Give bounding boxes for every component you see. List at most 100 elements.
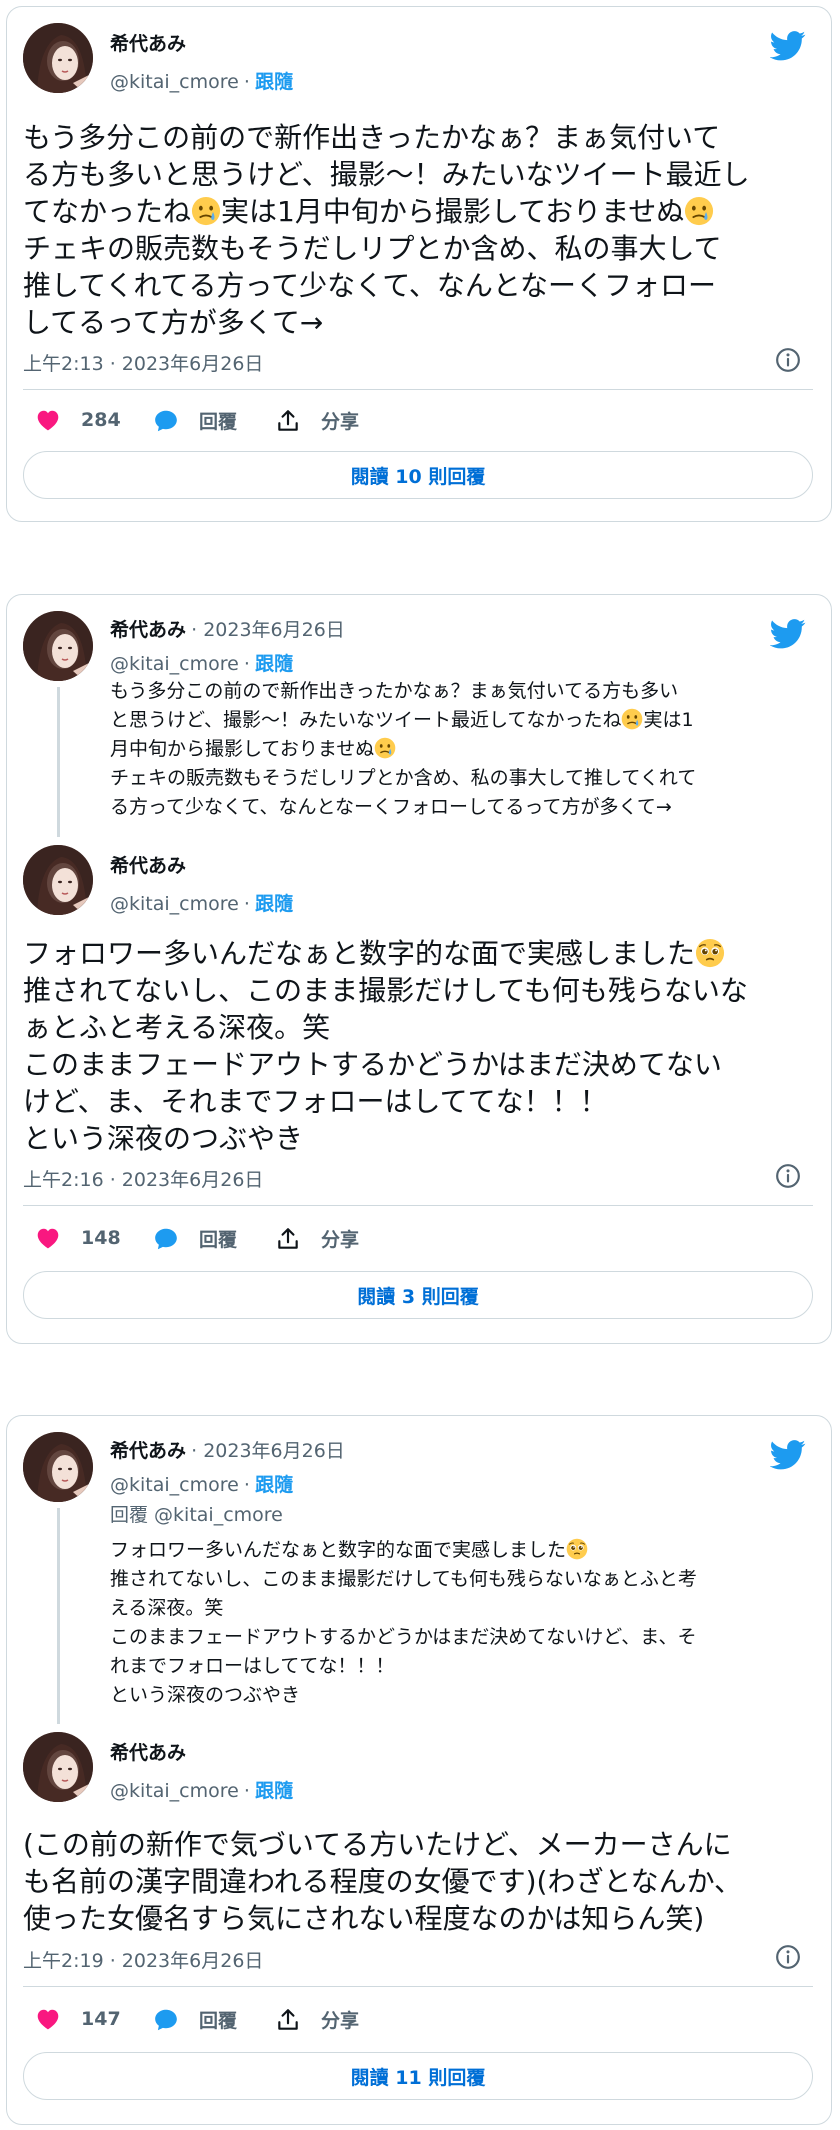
info-icon[interactable]: [775, 1944, 801, 1970]
author-handle[interactable]: @kitai_cmore: [110, 71, 239, 93]
tweet-body: (この前の新作で気づいてる方いたけど、メーカーさんに も名前の漢字間違われる程度…: [23, 1826, 813, 1937]
twitter-bird-icon[interactable]: [770, 619, 806, 649]
like-button[interactable]: 147: [35, 2006, 121, 2032]
crying-face-emoji: [374, 737, 396, 759]
twitter-bird-icon[interactable]: [770, 31, 806, 61]
quoted-text-line: える深夜。笑: [110, 1597, 224, 1619]
tweet-timestamp[interactable]: 上午2:19 · 2023年6月26日: [23, 1946, 263, 1973]
quoted-text-line: る方って少なくて、なんとなーくフォローしてるって方が多くて→: [110, 796, 672, 818]
author-name[interactable]: 希代あみ: [110, 1440, 186, 1462]
like-count: 147: [81, 2008, 121, 2030]
like-button[interactable]: 148: [35, 1225, 121, 1251]
tweet-text-line: けど、ま、それまでフォローはしててな！！！: [23, 1085, 608, 1118]
info-icon[interactable]: [775, 1163, 801, 1189]
tweet-text-line: チェキの販売数もそうだしリプとか含め、私の事大して: [23, 232, 722, 265]
follow-button[interactable]: 跟隨: [255, 1780, 293, 1802]
avatar[interactable]: [23, 611, 93, 681]
share-label: 分享: [321, 411, 360, 433]
like-count: 148: [81, 1227, 121, 1249]
share-label: 分享: [321, 1229, 360, 1251]
reply-bubble-icon: [153, 408, 179, 434]
like-button[interactable]: 284: [35, 407, 121, 433]
quoted-header: 希代あみ · 2023年6月26日: [110, 1436, 345, 1463]
tweet-text-line: 推してくれてる方って少なくて、なんとなーくフォロー: [23, 269, 717, 302]
tweet-body: フォロワー多いんだなぁと数字的な面で実感しました 推されてないし、このまま撮影だ…: [23, 935, 813, 1157]
share-icon: [275, 2007, 301, 2033]
read-replies-button[interactable]: 閱讀 11 則回覆: [23, 2052, 813, 2100]
author-handle[interactable]: @kitai_cmore: [110, 1474, 239, 1496]
author-name[interactable]: 希代あみ: [110, 619, 186, 641]
reply-label: 回覆: [199, 1229, 238, 1251]
author-handle-row: @kitai_cmore · 跟隨: [110, 1776, 293, 1803]
reply-label: 回覆: [199, 2010, 238, 2032]
reply-button[interactable]: 回覆: [153, 1225, 237, 1252]
quoted-header: 希代あみ · 2023年6月26日: [110, 615, 345, 642]
author-handle[interactable]: @kitai_cmore: [110, 1780, 239, 1802]
follow-button[interactable]: 跟隨: [255, 893, 293, 915]
tweet-card-3: 希代あみ · 2023年6月26日 @kitai_cmore · 跟隨 回覆 @…: [6, 1415, 832, 2125]
quoted-date[interactable]: · 2023年6月26日: [191, 619, 345, 641]
follow-button[interactable]: 跟隨: [255, 653, 293, 675]
tweet-body: もう多分この前ので新作出きったかなぁ？まぁ気付いて る方も多いと思うけど、撮影〜…: [23, 119, 813, 341]
avatar[interactable]: [23, 845, 93, 915]
tweet-text-line: も名前の漢字間違われる程度の女優です)(わざとなんか、: [23, 1865, 743, 1898]
tweet-text-line: てなかったね 実は1月中旬から撮影しておりませぬ: [23, 193, 813, 230]
tweet-text-line: 使った女優名すら気にされない程度なのかは知らん笑): [23, 1902, 705, 1935]
tweet-text-line: このままフェードアウトするかどうかはまだ決めてない: [23, 1048, 722, 1081]
reply-button[interactable]: 回覆: [153, 2006, 237, 2033]
share-button[interactable]: 分享: [275, 2006, 359, 2033]
crying-face-emoji: [191, 196, 221, 226]
read-replies-button[interactable]: 閱讀 10 則回覆: [23, 451, 813, 499]
avatar[interactable]: [23, 1732, 93, 1802]
pleading-face-emoji: [695, 938, 725, 968]
tweet-timestamp[interactable]: 上午2:13 · 2023年6月26日: [23, 349, 263, 376]
tweet-text-line: もう多分この前ので新作出きったかなぁ？まぁ気付いて: [23, 121, 721, 154]
tweet-card-2: 希代あみ · 2023年6月26日 @kitai_cmore · 跟隨 もう多分…: [6, 594, 832, 1344]
reply-to-label[interactable]: 回覆 @kitai_cmore: [110, 1500, 283, 1527]
author-handle-row: @kitai_cmore · 跟隨: [110, 649, 293, 676]
crying-face-emoji: [621, 708, 643, 730]
separator-dot: ·: [243, 1780, 250, 1802]
avatar[interactable]: [23, 23, 93, 93]
author-handle-row: @kitai_cmore · 跟隨: [110, 67, 293, 94]
separator-dot: ·: [243, 653, 250, 675]
thread-connector: [57, 687, 60, 837]
read-replies-button[interactable]: 閱讀 3 則回覆: [23, 1271, 813, 1319]
quoted-text-line: チェキの販売数もそうだしリプとか含め、私の事大して推してくれて: [110, 767, 697, 789]
crying-face-emoji: [684, 196, 714, 226]
quoted-text-line: 推されてないし、このまま撮影だけしても何も残らないなぁとふと考: [110, 1568, 697, 1590]
follow-button[interactable]: 跟隨: [255, 1474, 293, 1496]
separator-dot: ·: [243, 1474, 250, 1496]
avatar[interactable]: [23, 1432, 93, 1502]
share-button[interactable]: 分享: [275, 1225, 359, 1252]
author-name[interactable]: 希代あみ: [110, 1738, 186, 1765]
share-button[interactable]: 分享: [275, 407, 359, 434]
author-name[interactable]: 希代あみ: [110, 851, 186, 878]
quoted-text-line: れまでフォローはしててな！！！: [110, 1655, 395, 1677]
share-icon: [275, 408, 301, 434]
share-icon: [275, 1226, 301, 1252]
like-count: 284: [81, 409, 121, 431]
follow-button[interactable]: 跟隨: [255, 71, 293, 93]
tweet-text-line: ぁとふと考える深夜。笑: [23, 1011, 331, 1044]
tweet-timestamp[interactable]: 上午2:16 · 2023年6月26日: [23, 1165, 263, 1192]
twitter-bird-icon[interactable]: [770, 1440, 806, 1470]
author-handle[interactable]: @kitai_cmore: [110, 653, 239, 675]
info-icon[interactable]: [775, 347, 801, 373]
quoted-date[interactable]: · 2023年6月26日: [191, 1440, 345, 1462]
quoted-text-line: このままフェードアウトするかどうかはまだ決めてないけど、ま、そ: [110, 1626, 697, 1648]
thread-connector: [57, 1508, 60, 1724]
reply-bubble-icon: [153, 1226, 179, 1252]
divider: [23, 1986, 813, 1987]
quoted-text-line: という深夜のつぶやき: [110, 1684, 301, 1706]
author-name[interactable]: 希代あみ: [110, 29, 186, 56]
quoted-tweet-body[interactable]: フォロワー多いんだなぁと数字的な面で実感しました 推されてないし、このまま撮影だ…: [110, 1536, 820, 1710]
divider: [23, 1205, 813, 1206]
reply-button[interactable]: 回覆: [153, 407, 237, 434]
share-label: 分享: [321, 2010, 360, 2032]
quoted-tweet-body[interactable]: もう多分この前ので新作出きったかなぁ？まぁ気付いてる方も多い と思うけど、撮影〜…: [110, 677, 820, 822]
quoted-text-line: もう多分この前ので新作出きったかなぁ？まぁ気付いてる方も多い: [110, 680, 679, 702]
quoted-text-line: 月中旬から撮影しておりませぬ: [110, 735, 820, 764]
tweet-text-line: という深夜のつぶやき: [23, 1122, 304, 1155]
author-handle[interactable]: @kitai_cmore: [110, 893, 239, 915]
